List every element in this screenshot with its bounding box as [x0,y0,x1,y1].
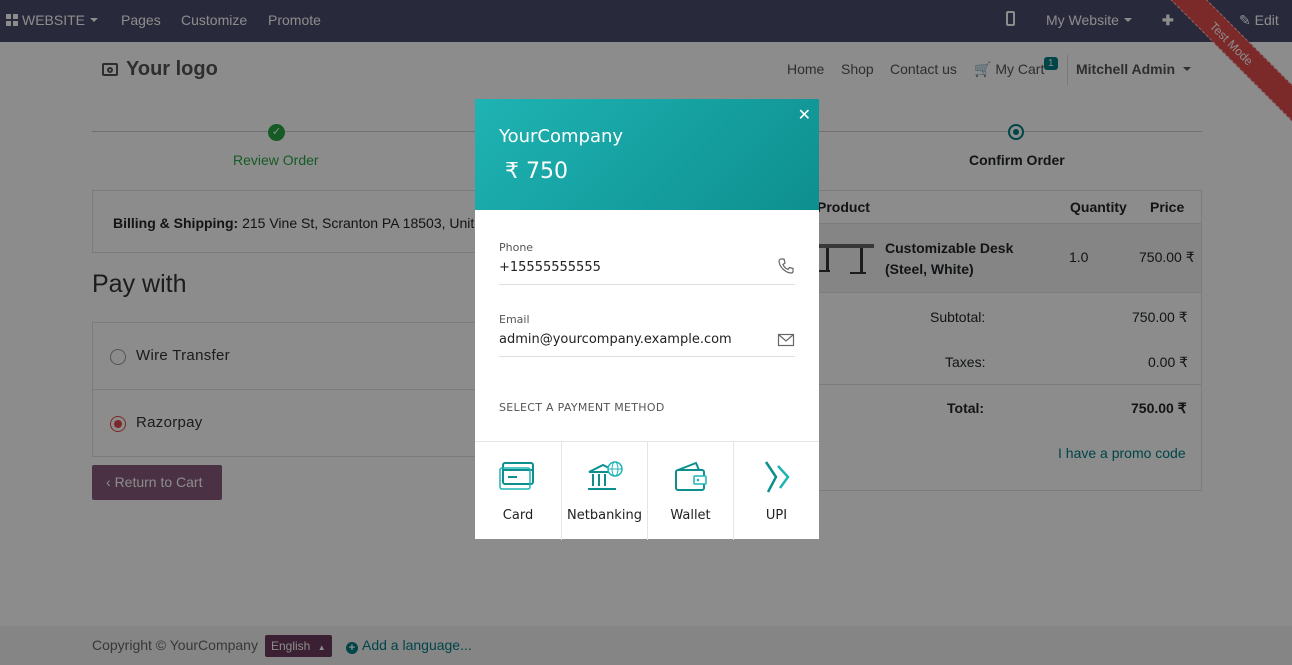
phone-label: Phone [499,241,534,254]
method-label: Card [502,508,534,523]
phone-field[interactable]: +15555555555 [499,260,601,275]
phone-underline [499,284,795,285]
method-wallet[interactable]: Wallet [648,442,734,540]
payment-method-heading: SELECT A PAYMENT METHOD [499,401,665,414]
payment-method-grid: Card Netbanking Wallet UPI [475,441,819,540]
method-label: Wallet [670,508,711,523]
razorpay-checkout-modal: YourCompany ₹ 750 ✕ Phone +15555555555 E… [475,99,819,540]
email-field[interactable]: admin@yourcompany.example.com [499,332,732,347]
merchant-name: YourCompany [499,126,624,147]
close-icon[interactable]: ✕ [798,105,811,124]
bank-icon [587,461,623,490]
mail-icon [777,333,795,347]
phone-icon [778,258,794,274]
upi-icon [764,461,790,493]
modal-header: YourCompany ₹ 750 ✕ [475,99,819,210]
method-upi[interactable]: UPI [734,442,819,540]
method-card[interactable]: Card [475,442,562,540]
email-label: Email [499,313,530,326]
email-underline [499,356,795,357]
card-icon [499,462,534,490]
payment-amount: ₹ 750 [505,159,568,184]
method-label: Netbanking [567,508,642,523]
method-netbanking[interactable]: Netbanking [562,442,648,540]
method-label: UPI [765,508,788,523]
wallet-icon [674,461,707,491]
